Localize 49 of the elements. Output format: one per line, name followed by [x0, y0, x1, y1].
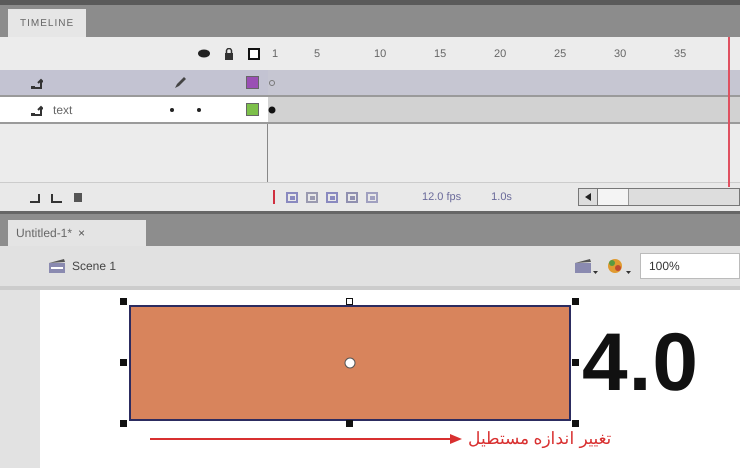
- lock-icon[interactable]: [224, 48, 234, 60]
- onion-skin-icon[interactable]: [306, 191, 320, 203]
- edit-symbols-icon[interactable]: [606, 256, 632, 276]
- keyframe-icon[interactable]: [268, 106, 276, 114]
- caption: تغییر اندازه مستطیل: [468, 428, 612, 449]
- frame-number: 30: [614, 48, 628, 60]
- onion-skin-icon[interactable]: [286, 191, 300, 203]
- layer-color-swatch[interactable]: [246, 103, 259, 116]
- close-button[interactable]: ×: [78, 226, 86, 240]
- resize-handle[interactable]: [346, 298, 353, 305]
- elapsed-time: 1.0s: [491, 191, 512, 203]
- onion-skin-icon[interactable]: [366, 191, 380, 203]
- resize-handle[interactable]: [572, 359, 579, 366]
- scroll-left-icon[interactable]: [585, 193, 591, 201]
- resize-handle[interactable]: [120, 359, 127, 366]
- layer-row[interactable]: [0, 70, 740, 97]
- resize-handle[interactable]: [572, 420, 579, 427]
- new-folder-icon[interactable]: [50, 191, 64, 203]
- resize-handle[interactable]: [572, 298, 579, 305]
- layer-icon: [30, 104, 43, 116]
- layer-name: text: [53, 102, 74, 116]
- rectangle-shape[interactable]: [129, 305, 571, 421]
- resize-handle[interactable]: [346, 420, 353, 427]
- frame-number: 1: [271, 48, 280, 60]
- onion-skin-icon[interactable]: [326, 191, 340, 203]
- frame-number: 15: [434, 48, 448, 60]
- frame-number: 35: [674, 48, 688, 60]
- document-title[interactable]: Untitled-1*: [16, 226, 72, 240]
- resize-handle[interactable]: [120, 298, 127, 305]
- frame-number: 20: [494, 48, 508, 60]
- edit-scene-icon[interactable]: [574, 257, 598, 275]
- timeline-tab[interactable]: TIMELINE: [8, 9, 86, 37]
- layer-icon: [30, 76, 43, 88]
- layer-color-swatch[interactable]: [246, 76, 259, 89]
- eye-icon[interactable]: [198, 49, 210, 58]
- frame-number: 10: [374, 48, 388, 60]
- frame-number: 25: [554, 48, 568, 60]
- document-tab[interactable]: Untitled-1* ×: [8, 220, 146, 246]
- clapper-icon[interactable]: [48, 258, 66, 274]
- big-number: 4.0: [582, 322, 699, 404]
- frame-rate: 12.0 fps: [422, 191, 462, 203]
- scrollbar[interactable]: [578, 188, 740, 206]
- onion-skin-icon[interactable]: [346, 191, 360, 203]
- scene-name[interactable]: Scene 1: [72, 259, 116, 273]
- outline-icon[interactable]: [248, 48, 260, 60]
- new-layer-icon[interactable]: [28, 191, 42, 203]
- resize-handle[interactable]: [120, 420, 127, 427]
- zoom-field[interactable]: 100%: [640, 253, 740, 279]
- frame-number: 5: [314, 48, 322, 60]
